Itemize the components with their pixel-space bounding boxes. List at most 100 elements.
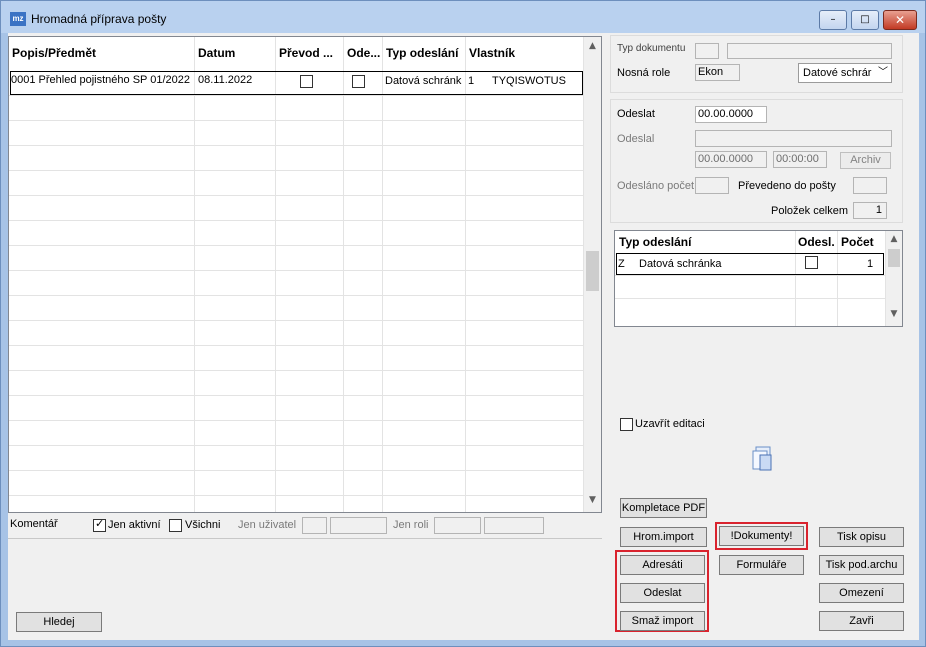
formulare-button[interactable]: Formuláře [719, 555, 804, 575]
hledej-button[interactable]: Hledej [16, 612, 102, 632]
odeslano-checkbox[interactable] [352, 75, 365, 88]
col-divider [465, 37, 466, 512]
scroll-down-icon[interactable]: ▼ [886, 309, 902, 319]
uzavrit-editaci-checkbox[interactable] [620, 418, 633, 431]
jen-uzivatel-label: Jen uživatel [238, 519, 297, 531]
col-header-odeslano[interactable]: Ode... [344, 37, 382, 69]
kompletace-pdf-button[interactable]: Kompletace PDF [620, 498, 707, 518]
jen-uzivatel-code-field[interactable] [302, 517, 327, 534]
zavri-button[interactable]: Zavři [819, 611, 904, 631]
mini-odesl-checkbox[interactable] [805, 256, 818, 269]
col-header-datum[interactable]: Datum [195, 37, 275, 69]
odeslal-date-field[interactable]: 00.00.0000 [695, 151, 767, 168]
jen-roli-code-field[interactable] [434, 517, 481, 534]
scroll-up-icon[interactable]: ▲ [584, 41, 601, 51]
typ-dokumentu-name-field[interactable] [727, 43, 892, 59]
row-line [9, 120, 586, 121]
scroll-down-icon[interactable]: ▼ [584, 495, 601, 505]
typ-dokumentu-label: Typ dokumentu [617, 43, 686, 54]
col-header-vlastnik[interactable]: Vlastník [466, 37, 581, 69]
mini-col-header-odesl[interactable]: Odesl. [798, 235, 835, 249]
row-line [9, 495, 586, 496]
app-logo-icon: mz [10, 12, 26, 26]
row-line [9, 195, 586, 196]
documents-grid[interactable]: Popis/Předmět Datum Převod ... Ode... Ty… [8, 36, 602, 513]
row-line [615, 298, 885, 299]
odeslat-button[interactable]: Odeslat [620, 583, 705, 603]
nosna-role-select[interactable]: Datové schrár ﹀ [798, 63, 892, 83]
odeslat-date-field[interactable]: 00.00.0000 [695, 106, 767, 123]
odeslat-label: Odeslat [617, 108, 655, 120]
mini-cell-pocet: 1 [867, 258, 874, 270]
jen-uzivatel-name-field[interactable] [330, 517, 387, 534]
app-window: mz Hromadná příprava pošty – □ ✕ Popis/P… [0, 0, 926, 647]
tisk-pod-archu-button[interactable]: Tisk pod.archu [819, 555, 904, 575]
row-line [615, 275, 885, 276]
prevod-checkbox[interactable] [300, 75, 313, 88]
nosna-role-field[interactable]: Ekon [695, 64, 740, 81]
jen-roli-name-field[interactable] [484, 517, 544, 534]
row-line [9, 320, 586, 321]
cell-typ-odeslani: Datová schránk [385, 75, 462, 87]
window-title: Hromadná příprava pošty [31, 12, 167, 26]
row-line [9, 270, 586, 271]
cell-vlastnik: TYQISWOTUS [492, 75, 566, 87]
archiv-button[interactable]: Archiv [840, 152, 891, 169]
vsechni-checkbox[interactable] [169, 519, 182, 532]
prevedeno-field[interactable] [853, 177, 887, 194]
cell-vlastnik-number: 1 [468, 75, 475, 87]
chevron-down-icon: ﹀ [878, 67, 888, 78]
col-divider [343, 37, 344, 512]
komentar-label: Komentář [10, 518, 58, 530]
minimize-button[interactable]: – [819, 10, 847, 30]
documents-icon [752, 446, 772, 471]
row-line [9, 470, 586, 471]
mini-cell-typ: Datová schránka [639, 258, 722, 270]
col-header-prevod[interactable]: Převod ... [276, 37, 343, 69]
mini-cell-code: Z [618, 258, 625, 270]
col-divider [194, 37, 195, 512]
maximize-button[interactable]: □ [851, 10, 879, 30]
col-header-popis[interactable]: Popis/Předmět [9, 37, 194, 69]
scrollbar-thumb[interactable] [586, 251, 599, 291]
row-line [9, 95, 586, 96]
adresati-button[interactable]: Adresáti [620, 555, 705, 575]
scrollbar-thumb[interactable] [888, 249, 900, 267]
polozek-celkem-field[interactable]: 1 [853, 202, 887, 219]
cell-popis: 0001 Přehled pojistného SP 01/2022 [11, 74, 190, 86]
row-line [9, 420, 586, 421]
odeslal-field[interactable] [695, 130, 892, 147]
row-line [9, 345, 586, 346]
row-line [9, 395, 586, 396]
nosna-role-label: Nosná role [617, 67, 671, 79]
mini-scrollbar[interactable]: ▲ ▼ [886, 231, 902, 326]
col-divider [382, 37, 383, 512]
mini-col-header-pocet[interactable]: Počet [841, 235, 874, 249]
jen-aktivni-checkbox[interactable]: ✓ [93, 517, 106, 532]
odeslal-time-field[interactable]: 00:00:00 [773, 151, 827, 168]
close-button[interactable]: ✕ [883, 10, 917, 30]
row-line [9, 145, 586, 146]
omezeni-button[interactable]: Omezení [819, 583, 904, 603]
smaz-import-button[interactable]: Smaž import [620, 611, 705, 631]
typ-dokumentu-code-field[interactable] [695, 43, 719, 59]
vsechni-label: Všichni [185, 519, 221, 531]
prevedeno-label: Převedeno do pošty [738, 180, 836, 192]
hrom-import-button[interactable]: Hrom.import [620, 527, 707, 547]
scroll-up-icon[interactable]: ▲ [886, 234, 902, 244]
odeslal-label: Odeslal [617, 133, 655, 145]
col-divider [795, 231, 796, 326]
tisk-opisu-button[interactable]: Tisk opisu [819, 527, 904, 547]
col-divider [837, 231, 838, 326]
grid-scrollbar[interactable]: ▲ ▼ [584, 37, 601, 512]
row-line [9, 370, 586, 371]
title-bar: mz Hromadná příprava pošty – □ ✕ [1, 1, 925, 33]
odeslano-pocet-field[interactable] [695, 177, 729, 194]
checkmark-icon: ✓ [95, 517, 105, 530]
col-header-typ-odeslani[interactable]: Typ odeslání [383, 37, 465, 69]
row-line [9, 445, 586, 446]
mini-col-header-typ[interactable]: Typ odeslání [619, 235, 691, 249]
comment-pane: Hledej [8, 538, 602, 639]
dokumenty-button[interactable]: !Dokumenty! [719, 526, 804, 546]
send-types-grid[interactable]: Typ odeslání Odesl. Počet Z Datová schrá… [614, 230, 903, 327]
